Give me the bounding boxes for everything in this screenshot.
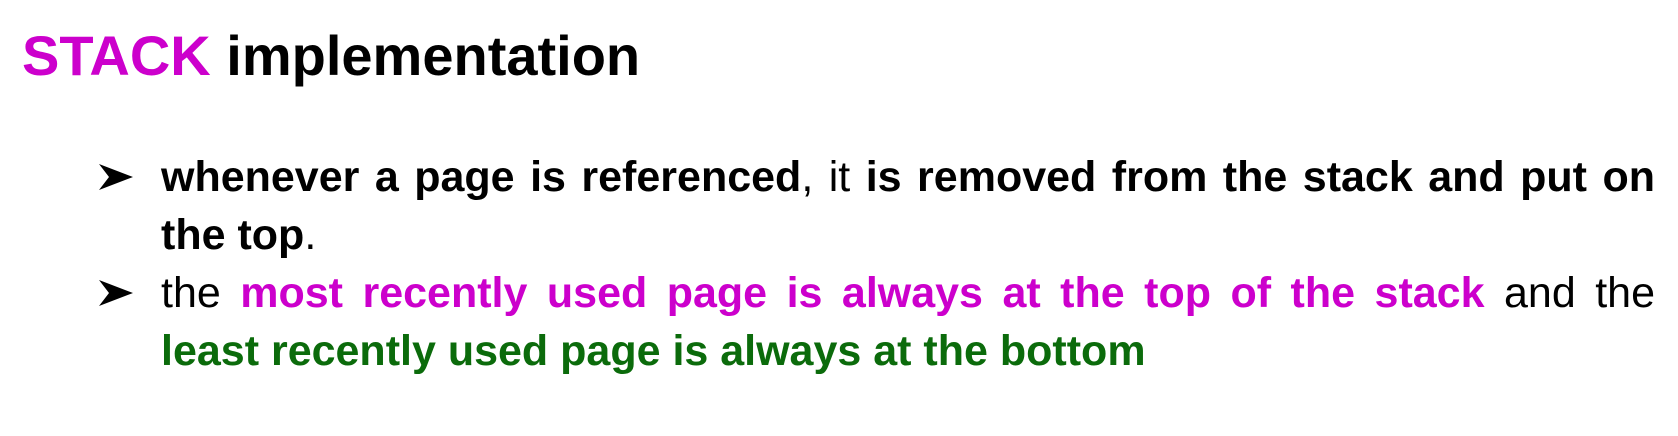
- bullet-item-recently-used: the most recently used page is always at…: [95, 264, 1655, 380]
- bullet-list: whenever a page is referenced, it is rem…: [95, 148, 1655, 380]
- page-title: STACK implementation: [22, 22, 640, 90]
- bullet-1-bold-start: whenever a page is referenced: [161, 153, 802, 201]
- bullet-2-most-recent: most recently used page is always at the…: [240, 269, 1485, 317]
- title-rest: implementation: [210, 24, 641, 87]
- bullet-2-the: the: [161, 269, 241, 317]
- bullet-2-and-the: and the: [1484, 269, 1655, 317]
- title-accent: STACK: [22, 24, 211, 87]
- arrowhead-bullet-icon: [99, 164, 133, 190]
- arrowhead-bullet-icon: [99, 280, 133, 306]
- bullet-1-plain: , it: [801, 153, 866, 201]
- bullet-item-page-referenced: whenever a page is referenced, it is rem…: [95, 148, 1655, 264]
- bullet-1-period: .: [304, 211, 317, 259]
- bullet-2-least-recent: least recently used page is always at th…: [161, 327, 1146, 375]
